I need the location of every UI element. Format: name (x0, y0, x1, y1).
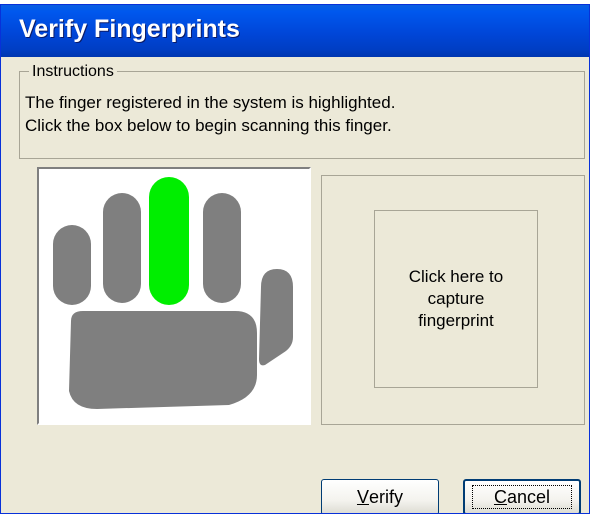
verify-button[interactable]: Verify (321, 479, 439, 513)
hand-icon (53, 177, 293, 409)
verify-label-rest: erify (369, 486, 404, 507)
capture-fingerprint-box[interactable]: Click here to capture fingerprint (374, 210, 538, 388)
finger-ring (103, 193, 141, 303)
cancel-mnemonic: C (493, 486, 507, 507)
capture-instruction-text: Click here to capture fingerprint (408, 267, 504, 330)
instructions-legend: Instructions (29, 63, 117, 81)
instructions-line-1: The finger registered in the system is h… (25, 93, 396, 112)
finger-middle-highlighted (149, 177, 189, 305)
finger-index (203, 193, 241, 303)
verify-fingerprints-dialog: Verify Fingerprints Instructions The fin… (0, 4, 590, 514)
capture-fingerprint-area[interactable]: Click here to capture fingerprint (321, 175, 585, 425)
title-bar[interactable]: Verify Fingerprints (1, 5, 589, 57)
instructions-line-2: Click the box below to begin scanning th… (25, 116, 392, 135)
verify-mnemonic: V (356, 486, 369, 507)
finger-little (53, 225, 91, 305)
hand-diagram-panel (37, 167, 311, 425)
palm-shape (69, 311, 257, 409)
window-title: Verify Fingerprints (19, 15, 240, 43)
instructions-groupbox (19, 71, 585, 159)
cancel-label-rest: ancel (506, 486, 551, 507)
finger-thumb (259, 269, 293, 366)
cancel-focus-ring: Cancel (472, 485, 572, 509)
cancel-button[interactable]: Cancel (463, 479, 581, 513)
